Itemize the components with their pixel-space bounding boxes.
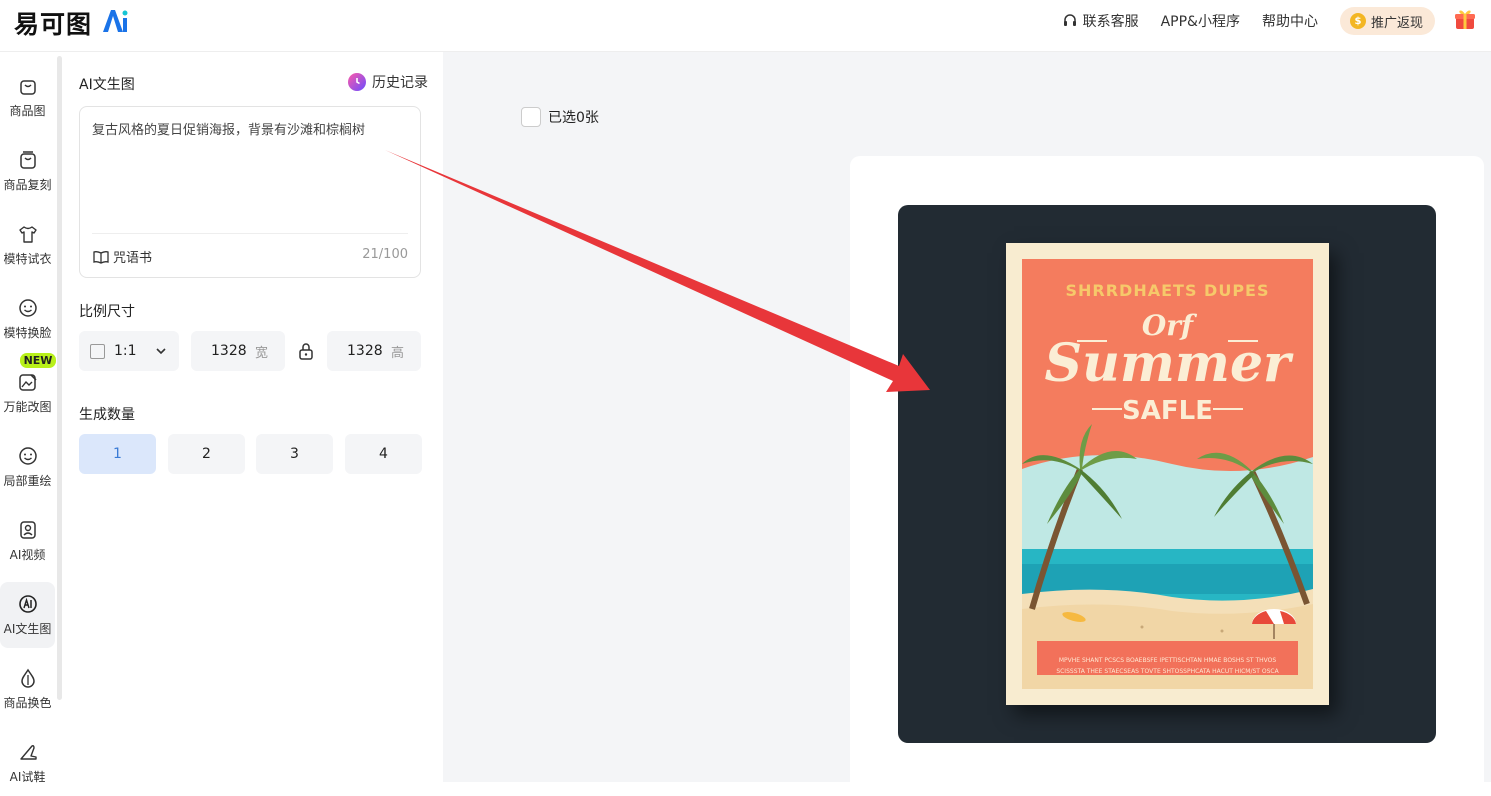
height-value: 1328 — [347, 343, 383, 359]
sidebar-item-ai-shoe-tryon[interactable]: AI试鞋 — [0, 730, 55, 796]
sidebar-item-product-copy[interactable]: 商品复刻 — [0, 138, 55, 204]
sidebar-item-label: AI文生图 — [3, 621, 52, 636]
result-card: SHRRDHAETS DUPES Orf Summer SAFLE MPVHE … — [850, 156, 1484, 796]
coin-icon: $ — [1349, 13, 1366, 29]
contact-service-link[interactable]: 联系客服 — [1062, 11, 1139, 31]
lock-icon[interactable] — [298, 342, 314, 364]
generated-image[interactable]: SHRRDHAETS DUPES Orf Summer SAFLE MPVHE … — [898, 205, 1436, 743]
app-miniprogram-label: APP&小程序 — [1160, 14, 1240, 30]
top-nav: 联系客服 APP&小程序 帮助中心 $ 推广返现 — [1062, 0, 1491, 42]
bag-copy-icon — [19, 150, 36, 169]
video-icon — [19, 520, 36, 539]
prompt-text[interactable]: 复古风格的夏日促销海报，背景有沙滩和棕榈树 — [92, 121, 410, 141]
sidebar-item-label: 万能改图 — [3, 399, 52, 414]
height-input[interactable]: 1328 高 — [327, 331, 421, 371]
side-menu: 商品图 商品复刻 模特试衣 模特换脸 万能改图 局部重绘 AI视频 AI文生图 … — [0, 52, 56, 784]
sidebar-item-product-recolor[interactable]: 商品换色 — [0, 656, 55, 722]
history-label: 历史记录 — [372, 75, 428, 91]
poster-top-line: SHRRDHAETS DUPES — [1065, 281, 1270, 300]
sidebar-item-partial-redraw[interactable]: 局部重绘 — [0, 434, 55, 500]
logo[interactable]: 易可图 — [14, 6, 128, 40]
app-miniprogram-link[interactable]: APP&小程序 — [1161, 11, 1240, 31]
width-value: 1328 — [211, 343, 247, 359]
ai-icon — [18, 594, 37, 613]
chevron-down-icon — [156, 348, 166, 355]
sidebar-item-label: 模特试衣 — [3, 251, 52, 266]
height-unit: 高 — [391, 345, 405, 361]
selected-count-label: 已选0张 — [548, 110, 599, 126]
help-center-label: 帮助中心 — [1261, 14, 1318, 30]
sidebar-item-label: 商品换色 — [3, 695, 52, 710]
poster-fine-print: MPVHE SHANT PCSCS BOAEBSFE IPETTISCHTAN … — [1037, 649, 1298, 683]
sidebar-item-ai-text-to-image[interactable]: AI文生图 — [0, 582, 55, 648]
square-ratio-icon — [90, 343, 105, 359]
select-all-checkbox[interactable]: 已选0张 — [521, 107, 599, 127]
poster-fine-print-1: MPVHE SHANT PCSCS BOAEBSFE IPETTISCHTAN … — [1058, 657, 1277, 664]
poster-safle-text: SAFLE — [1122, 396, 1213, 426]
width-input[interactable]: 1328 宽 — [191, 331, 285, 371]
checkbox-box[interactable] — [521, 107, 541, 127]
spellbook-button[interactable]: 咒语书 — [93, 247, 152, 266]
image-edit-icon — [18, 373, 37, 391]
sidebar-item-model-tryon[interactable]: 模特试衣 — [0, 212, 55, 278]
headset-icon — [1063, 14, 1076, 26]
width-unit: 宽 — [255, 345, 269, 361]
face-redraw-icon — [18, 446, 37, 465]
shoe-icon — [19, 744, 37, 760]
face-icon — [18, 298, 37, 317]
poster-summer-text: Summer — [1044, 333, 1291, 394]
shirt-icon — [18, 225, 37, 243]
ratio-value: 1:1 — [114, 343, 137, 359]
promo-cashback-button[interactable]: $ 推广返现 — [1339, 7, 1435, 35]
spellbook-label: 咒语书 — [113, 251, 153, 266]
settings-panel: AI文生图 历史记录 复古风格的夏日促销海报，背景有沙滩和棕榈树 咒语书 21/… — [63, 52, 443, 782]
sidebar-item-ai-video[interactable]: AI视频 — [0, 508, 55, 574]
history-button[interactable]: 历史记录 — [348, 72, 428, 92]
gift-icon[interactable] — [1453, 7, 1477, 35]
sidebar-item-universal-edit[interactable]: 万能改图 — [0, 360, 55, 426]
contact-service-label: 联系客服 — [1082, 14, 1139, 30]
prompt-divider — [92, 233, 408, 234]
count-option-4[interactable]: 4 — [345, 434, 422, 474]
poster-artwork: SHRRDHAETS DUPES Orf Summer SAFLE MPVHE … — [1022, 259, 1313, 689]
bag-icon — [19, 79, 36, 95]
sidebar-scrollbar[interactable] — [57, 56, 62, 700]
prompt-textarea[interactable]: 复古风格的夏日促销海报，背景有沙滩和棕榈树 咒语书 21/100 — [79, 106, 421, 278]
count-option-2[interactable]: 2 — [168, 434, 245, 474]
sidebar-item-label: 商品复刻 — [3, 177, 52, 192]
logo-ai-mark — [100, 7, 128, 39]
top-bar: 易可图 联系客服 APP&小程序 帮助中心 $ 推广返现 — [0, 0, 1491, 52]
sidebar-item-label: 局部重绘 — [3, 473, 52, 488]
clock-icon — [348, 73, 366, 91]
sidebar-item-label: AI视频 — [9, 547, 46, 562]
sidebar-item-label: 模特换脸 — [3, 325, 52, 340]
sidebar-item-face-swap[interactable]: 模特换脸 — [0, 286, 55, 352]
logo-text: 易可图 — [14, 10, 93, 39]
sidebar-item-label: 商品图 — [9, 103, 46, 118]
ratio-size-label: 比例尺寸 — [79, 304, 135, 320]
new-badge: NEW — [20, 353, 56, 368]
count-option-3[interactable]: 3 — [256, 434, 333, 474]
drop-icon — [20, 668, 35, 688]
panel-title: AI文生图 — [79, 77, 135, 93]
poster-fine-print-2: SCISSSTA THEE STAECSEAS TOVTE SHTOSSPHCA… — [1056, 668, 1279, 675]
result-canvas: 已选0张 SHRRDHAETS DUPES Orf Summer SAFLE M… — [443, 52, 1491, 796]
promo-cashback-label: 推广返现 — [1370, 15, 1423, 31]
ratio-select[interactable]: 1:1 — [79, 331, 179, 371]
book-icon — [93, 250, 109, 264]
count-option-1[interactable]: 1 — [79, 434, 156, 474]
help-center-link[interactable]: 帮助中心 — [1262, 11, 1318, 31]
poster-image: SHRRDHAETS DUPES Orf Summer SAFLE MPVHE … — [1006, 243, 1329, 705]
generate-count-label: 生成数量 — [79, 407, 135, 423]
sidebar-item-product-image[interactable]: 商品图 — [0, 64, 55, 130]
char-count: 21/100 — [362, 247, 408, 262]
